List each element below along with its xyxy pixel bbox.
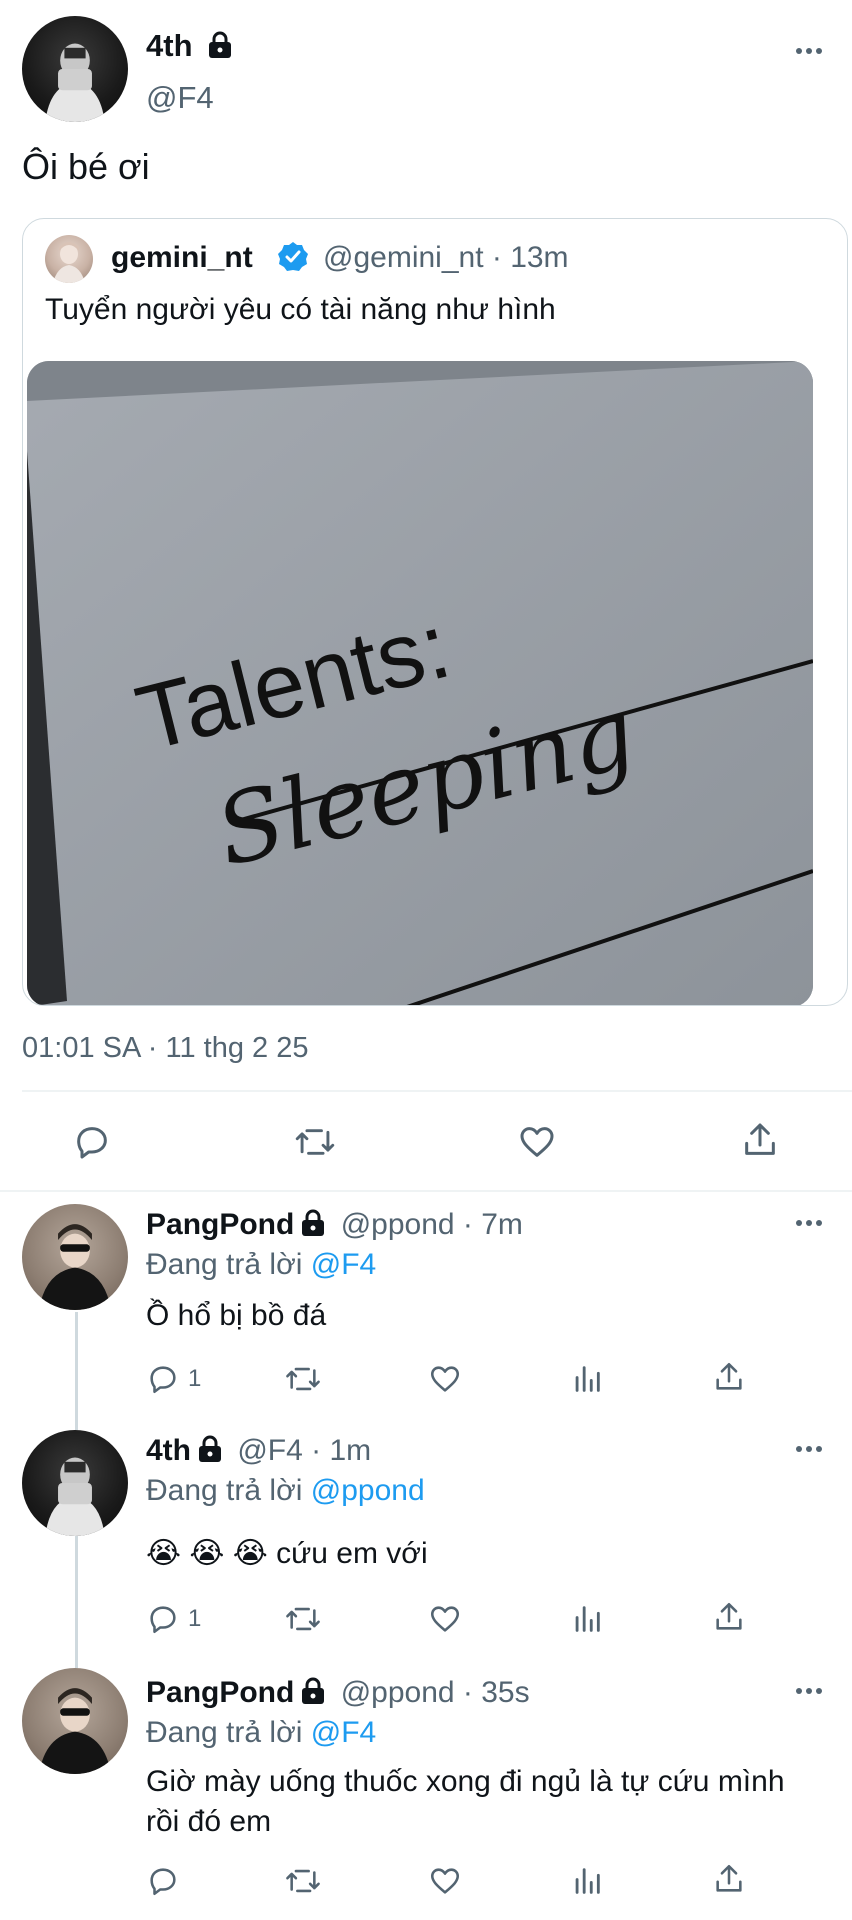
quoted-author-handle[interactable]: @gemini_nt · 13m bbox=[323, 241, 569, 275]
share-button[interactable] bbox=[712, 1360, 746, 1394]
analytics-button[interactable] bbox=[570, 1362, 604, 1396]
analytics-button[interactable] bbox=[570, 1864, 604, 1898]
share-icon[interactable] bbox=[740, 1120, 780, 1160]
replying-mention[interactable]: @ppond bbox=[311, 1474, 425, 1507]
more-options-icon[interactable] bbox=[796, 1446, 822, 1454]
like-button[interactable] bbox=[428, 1602, 462, 1636]
reply-icon[interactable] bbox=[72, 1122, 112, 1162]
like-icon[interactable] bbox=[517, 1122, 557, 1162]
analytics-icon bbox=[575, 1868, 600, 1894]
replying-mention[interactable]: @F4 bbox=[311, 1248, 376, 1281]
replying-mention[interactable]: @F4 bbox=[311, 1716, 376, 1749]
more-options-icon[interactable] bbox=[796, 1688, 822, 1696]
reply-icon bbox=[150, 1868, 176, 1896]
reply-author-avatar[interactable] bbox=[22, 1668, 128, 1774]
retweet-icon[interactable] bbox=[294, 1122, 336, 1162]
like-button[interactable] bbox=[428, 1864, 462, 1898]
reply-button[interactable]: 1 bbox=[146, 1362, 201, 1396]
replying-to: Đang trả lời @F4 bbox=[146, 1248, 376, 1282]
share-icon bbox=[716, 1602, 742, 1630]
reply-text: Ồ hổ bị bồ đá bbox=[146, 1299, 327, 1332]
share-icon bbox=[716, 1864, 742, 1892]
share-icon bbox=[716, 1362, 742, 1390]
like-icon bbox=[430, 1606, 460, 1632]
reply-meta-text[interactable]: @F4 · 1m bbox=[237, 1434, 371, 1467]
reply-author-name[interactable]: 4th bbox=[146, 1434, 191, 1467]
reply-text: 😭 😭 😭 cứu em với bbox=[146, 1537, 428, 1570]
reply-header: 4th @F4 · 1m bbox=[146, 1434, 371, 1471]
divider bbox=[22, 1090, 852, 1092]
replying-to: Đang trả lời @ppond bbox=[146, 1474, 425, 1508]
reply-author-name[interactable]: PangPond bbox=[146, 1208, 294, 1241]
more-options-icon[interactable] bbox=[796, 1220, 822, 1228]
lock-icon bbox=[300, 1209, 326, 1245]
reply-button[interactable]: 1 bbox=[146, 1602, 201, 1636]
retweet-button[interactable] bbox=[284, 1864, 322, 1898]
like-icon bbox=[430, 1366, 460, 1392]
retweet-icon bbox=[286, 1367, 320, 1391]
analytics-icon bbox=[575, 1366, 600, 1392]
reply-meta-text[interactable]: @ppond · 7m bbox=[341, 1208, 523, 1241]
main-tweet-text: Ôi bé ơi bbox=[22, 146, 150, 187]
reply-author-avatar[interactable] bbox=[22, 1430, 128, 1536]
thread-connector bbox=[75, 1536, 78, 1668]
analytics-button[interactable] bbox=[570, 1602, 604, 1636]
replying-label: Đang trả lời bbox=[146, 1716, 311, 1749]
quoted-author-avatar[interactable] bbox=[45, 235, 93, 283]
main-tweet-timestamp[interactable]: 01:01 SA · 11 thg 2 25 bbox=[22, 1032, 308, 1065]
reply-count: 1 bbox=[188, 1365, 202, 1392]
reply-count: 1 bbox=[188, 1605, 202, 1632]
reply-text: Giờ mày uống thuốc xong đi ngủ là tự cứu… bbox=[146, 1765, 785, 1838]
main-author-name-text[interactable]: 4th bbox=[146, 28, 193, 63]
retweet-button[interactable] bbox=[284, 1362, 322, 1396]
main-author-handle[interactable]: @F4 bbox=[146, 80, 214, 116]
lock-icon bbox=[197, 1435, 223, 1471]
reply-meta-text[interactable]: @ppond · 35s bbox=[341, 1676, 530, 1709]
reply-button[interactable] bbox=[146, 1864, 188, 1898]
like-button[interactable] bbox=[428, 1362, 462, 1396]
quoted-tweet-image[interactable]: Talents: Sleeping bbox=[27, 361, 813, 1005]
reply-header: PangPond @ppond · 35s bbox=[146, 1676, 530, 1713]
reply-header: PangPond @ppond · 7m bbox=[146, 1208, 523, 1245]
replying-to: Đang trả lời @F4 bbox=[146, 1716, 376, 1750]
replying-label: Đang trả lời bbox=[146, 1474, 311, 1507]
like-icon bbox=[430, 1868, 460, 1894]
verified-icon bbox=[277, 241, 309, 273]
lock-icon bbox=[207, 31, 233, 67]
reply-author-name[interactable]: PangPond bbox=[146, 1676, 294, 1709]
quoted-author-name[interactable]: gemini_nt bbox=[111, 241, 253, 275]
lock-icon bbox=[300, 1677, 326, 1713]
quoted-tweet-text: Tuyển người yêu có tài năng như hình bbox=[45, 293, 556, 326]
share-button[interactable] bbox=[712, 1862, 746, 1896]
thread-connector bbox=[75, 1312, 78, 1430]
reply-icon bbox=[150, 1606, 176, 1634]
main-author-avatar[interactable] bbox=[22, 16, 128, 122]
share-button[interactable] bbox=[712, 1600, 746, 1634]
divider bbox=[0, 1190, 852, 1192]
retweet-button[interactable] bbox=[284, 1602, 322, 1636]
analytics-icon bbox=[575, 1606, 600, 1632]
reply-author-avatar[interactable] bbox=[22, 1204, 128, 1310]
replying-label: Đang trả lời bbox=[146, 1248, 311, 1281]
retweet-icon bbox=[286, 1607, 320, 1631]
retweet-icon bbox=[286, 1869, 320, 1893]
main-author-name[interactable]: 4th bbox=[146, 28, 233, 67]
reply-icon bbox=[150, 1366, 176, 1394]
more-options-icon[interactable] bbox=[796, 48, 822, 56]
quoted-tweet[interactable]: gemini_nt @gemini_nt · 13m Tuyển người y… bbox=[22, 218, 848, 1006]
